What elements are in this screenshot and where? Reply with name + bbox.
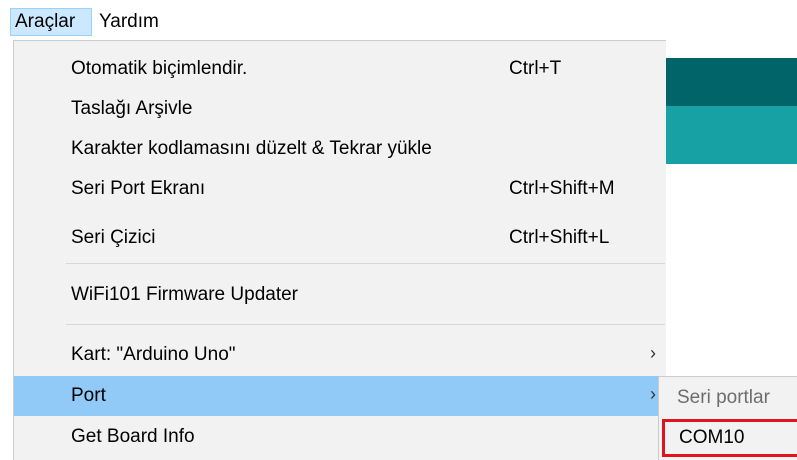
menu-item-fix-encoding-reload[interactable]: Karakter kodlamasını düzelt & Tekrar yük… <box>14 129 665 169</box>
menu-item-label: WiFi101 Firmware Updater <box>71 284 298 305</box>
menu-item-label: Karakter kodlamasını düzelt & Tekrar yük… <box>71 138 432 159</box>
menu-item-shortcut: Ctrl+T <box>509 58 562 79</box>
menu-item-label: Taslağı Arşivle <box>71 98 193 119</box>
menu-item-serial-plotter[interactable]: Seri Çizici Ctrl+Shift+L <box>14 218 665 258</box>
chevron-right-icon: › <box>650 384 656 404</box>
menu-separator <box>66 324 665 325</box>
menu-item-get-board-info[interactable]: Get Board Info <box>14 417 665 457</box>
menu-item-board[interactable]: Kart: "Arduino Uno" › <box>14 335 665 375</box>
menu-item-port[interactable]: Port › <box>14 376 665 416</box>
menu-item-auto-format[interactable]: Otomatik biçimlendir. Ctrl+T <box>14 49 665 89</box>
port-submenu: Seri portlar COM10 <box>658 376 797 460</box>
menu-separator <box>66 263 665 264</box>
menu-item-serial-monitor[interactable]: Seri Port Ekranı Ctrl+Shift+M <box>14 169 665 209</box>
menu-item-label: Otomatik biçimlendir. <box>71 58 248 79</box>
submenu-header-serial-ports: Seri portlar <box>677 387 770 408</box>
tools-dropdown-menu: Otomatik biçimlendir. Ctrl+T Taslağı Arş… <box>13 40 666 460</box>
submenu-item-label: COM10 <box>679 427 745 448</box>
menu-item-shortcut: Ctrl+Shift+M <box>509 178 615 199</box>
menu-item-label: Seri Port Ekranı <box>71 178 206 199</box>
chevron-right-icon: › <box>650 343 656 363</box>
menu-tools[interactable]: Araçlar <box>10 8 92 36</box>
editor-toolbar-background <box>665 58 797 106</box>
menu-item-wifi101-updater[interactable]: WiFi101 Firmware Updater <box>14 275 665 315</box>
menu-item-label: Kart: "Arduino Uno" <box>71 344 236 365</box>
menu-help[interactable]: Yardım <box>95 8 175 36</box>
menu-item-label: Seri Çizici <box>71 227 156 248</box>
editor-tab-background <box>665 106 797 164</box>
menu-item-archive-sketch[interactable]: Taslağı Arşivle <box>14 89 665 129</box>
menu-bar: Araçlar Yardım <box>0 0 797 40</box>
menu-item-label: Port <box>71 385 106 406</box>
menu-item-label: Get Board Info <box>71 426 195 447</box>
submenu-item-com10[interactable]: COM10 <box>662 419 797 457</box>
menu-item-shortcut: Ctrl+Shift+L <box>509 227 610 248</box>
